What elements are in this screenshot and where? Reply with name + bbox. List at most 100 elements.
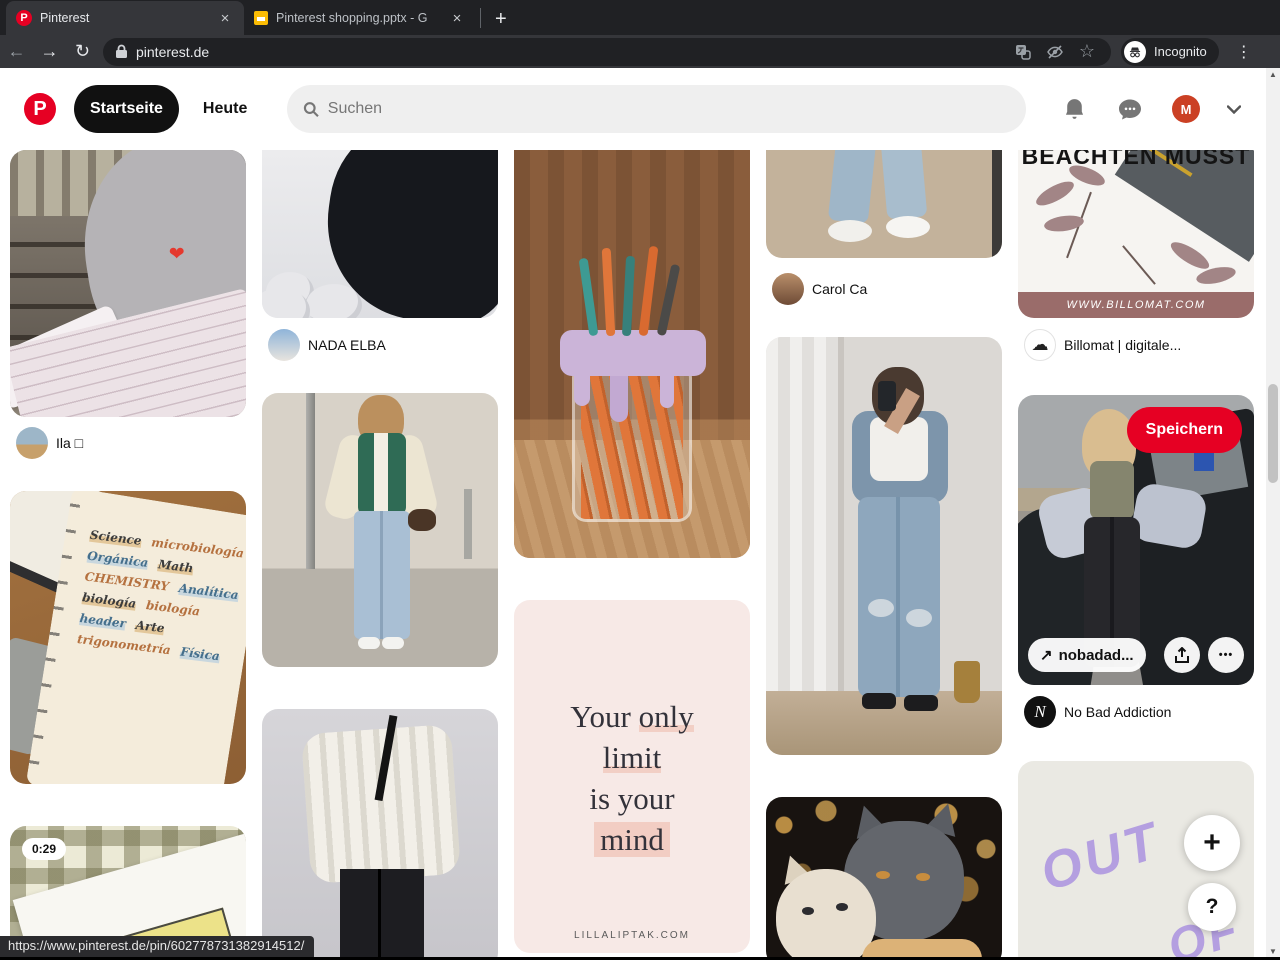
grid-column-3: Your only limit is your mind LILLALIPTAK… bbox=[514, 150, 750, 953]
pin-jeans-carpet[interactable] bbox=[766, 150, 1002, 258]
nav-heute[interactable]: Heute bbox=[187, 85, 263, 133]
word: biología bbox=[81, 590, 137, 611]
pin-quote[interactable]: Your only limit is your mind LILLALIPTAK… bbox=[514, 600, 750, 953]
close-icon[interactable]: × bbox=[448, 10, 466, 27]
art-shape bbox=[1122, 245, 1156, 285]
word: Analítica bbox=[177, 580, 240, 603]
page-scrollbar[interactable]: ▲ ▼ bbox=[1266, 68, 1280, 960]
author-name: No Bad Addiction bbox=[1064, 704, 1172, 720]
art-shape bbox=[954, 661, 980, 703]
grid-column-4: Carol Ca bbox=[766, 150, 1002, 960]
pinterest-logo[interactable]: P bbox=[24, 93, 56, 125]
messages-button[interactable] bbox=[1106, 97, 1154, 122]
pin-author-row[interactable]: Carol Ca bbox=[766, 273, 1002, 305]
art-shape bbox=[340, 869, 424, 960]
art-shape bbox=[1043, 212, 1085, 235]
art-shape bbox=[828, 220, 872, 242]
browser-menu-icon[interactable]: ⋮ bbox=[1229, 42, 1259, 62]
arrow-up-right-icon: ↗ bbox=[1040, 647, 1053, 664]
scroll-up-arrow[interactable]: ▲ bbox=[1266, 70, 1280, 79]
pin-no-bad-addiction[interactable]: Speichern ↗ nobadad... ••• bbox=[1018, 395, 1254, 685]
tab-separator bbox=[480, 8, 481, 28]
pin-snow-jacket[interactable] bbox=[262, 150, 498, 318]
nav-startseite[interactable]: Startseite bbox=[74, 85, 179, 133]
bell-icon bbox=[1065, 98, 1083, 119]
quote-text: Your only limit is your mind bbox=[514, 600, 750, 860]
tab-pinterest[interactable]: P Pinterest × bbox=[6, 1, 244, 35]
art-shape bbox=[876, 871, 890, 879]
status-url-bar: https://www.pinterest.de/pin/60277873138… bbox=[0, 936, 315, 958]
pin-white-sweater[interactable] bbox=[262, 709, 498, 960]
more-options-button[interactable]: ••• bbox=[1208, 637, 1244, 673]
art-shape bbox=[354, 511, 410, 639]
art-shape bbox=[300, 723, 462, 885]
share-button[interactable] bbox=[1164, 637, 1200, 673]
search-icon bbox=[304, 101, 320, 117]
pin-grid: ❤ Ila □ Science microbiología Orgánica M… bbox=[0, 150, 1266, 960]
art-shape bbox=[776, 869, 876, 960]
art-shape bbox=[1090, 461, 1134, 519]
create-pin-button[interactable]: + bbox=[1184, 815, 1240, 871]
more-icon: ••• bbox=[1218, 649, 1234, 661]
url-text: pinterest.de bbox=[136, 43, 210, 60]
browser-toolbar: ← → ↻ pinterest.de ☆ Incognito ⋮ bbox=[0, 35, 1280, 68]
quote-line: Your bbox=[570, 699, 639, 734]
pin-varsity-outfit[interactable] bbox=[262, 393, 498, 667]
pin-author-row[interactable]: Ila □ bbox=[10, 427, 246, 459]
avatar bbox=[772, 273, 804, 305]
pin-headline: BEACHTEN MUSST bbox=[1021, 150, 1251, 169]
reload-button[interactable]: ↻ bbox=[66, 41, 99, 62]
quote-line: only bbox=[638, 699, 694, 734]
pin-author-row[interactable]: N No Bad Addiction bbox=[1018, 696, 1254, 728]
pin-link-button[interactable]: ↗ nobadad... bbox=[1028, 638, 1146, 672]
scrollbar-thumb[interactable] bbox=[1268, 384, 1278, 483]
cloud-icon: ☁ bbox=[1024, 329, 1056, 361]
quote-line: limit bbox=[602, 740, 662, 775]
notifications-button[interactable] bbox=[1050, 97, 1098, 122]
pin-billomat[interactable]: BEACHTEN MUSST WWW.BILLOMAT.COM bbox=[1018, 150, 1254, 318]
translate-icon[interactable] bbox=[1011, 44, 1035, 60]
art-shape bbox=[306, 393, 315, 569]
tab-slides[interactable]: Pinterest shopping.pptx - G × bbox=[244, 1, 476, 35]
new-tab-button[interactable]: + bbox=[485, 8, 517, 31]
forward-button[interactable]: → bbox=[33, 41, 66, 62]
art-shape bbox=[1033, 176, 1077, 211]
art-shape bbox=[878, 381, 896, 411]
word: Orgánica bbox=[86, 548, 150, 570]
word: Math bbox=[157, 557, 195, 576]
art-shape bbox=[572, 364, 692, 522]
eye-off-icon[interactable] bbox=[1043, 44, 1067, 60]
tab-title: Pinterest shopping.pptx - G bbox=[276, 11, 428, 25]
quote-line: is your bbox=[589, 781, 675, 816]
profile-avatar[interactable]: M bbox=[1162, 95, 1210, 123]
address-bar[interactable]: pinterest.de ☆ bbox=[103, 37, 1111, 66]
pin-pencil-jar[interactable] bbox=[514, 150, 750, 558]
word: biología bbox=[145, 598, 201, 619]
account-menu-button[interactable] bbox=[1218, 104, 1250, 114]
pin-author-row[interactable]: ☁ Billomat | digitale... bbox=[1018, 329, 1254, 361]
pin-author-row[interactable]: NADA ELBA bbox=[262, 329, 498, 361]
notebook-words: Science microbiología Orgánica Math CHEM… bbox=[76, 514, 246, 666]
video-duration-badge: 0:29 bbox=[22, 838, 67, 860]
pin-word: OUT bbox=[1034, 811, 1168, 903]
pin-study-notes[interactable]: Science microbiología Orgánica Math CHEM… bbox=[10, 491, 246, 784]
back-button[interactable]: ← bbox=[0, 41, 33, 62]
pin-hoodie-cafe[interactable]: ❤ bbox=[10, 150, 246, 417]
bookmark-star-icon[interactable]: ☆ bbox=[1075, 41, 1099, 62]
avatar: M bbox=[1172, 95, 1200, 123]
search-bar[interactable] bbox=[287, 85, 1026, 133]
close-icon[interactable]: × bbox=[216, 10, 234, 27]
scroll-down-arrow[interactable]: ▼ bbox=[1266, 947, 1280, 956]
save-button[interactable]: Speichern bbox=[1126, 407, 1242, 453]
art-shape bbox=[992, 150, 1002, 258]
pin-denim-selfie[interactable] bbox=[766, 337, 1002, 755]
grid-column-2: NADA ELBA bbox=[262, 150, 498, 960]
author-name: NADA ELBA bbox=[308, 337, 386, 353]
pin-cats-bokeh[interactable] bbox=[766, 797, 1002, 960]
art-shape bbox=[358, 637, 380, 649]
pinterest-header: P Startseite Heute M bbox=[0, 68, 1266, 150]
art-shape bbox=[306, 284, 362, 318]
search-input[interactable] bbox=[327, 100, 1010, 118]
chevron-down-icon bbox=[1227, 104, 1241, 114]
help-button[interactable]: ? bbox=[1188, 883, 1236, 931]
